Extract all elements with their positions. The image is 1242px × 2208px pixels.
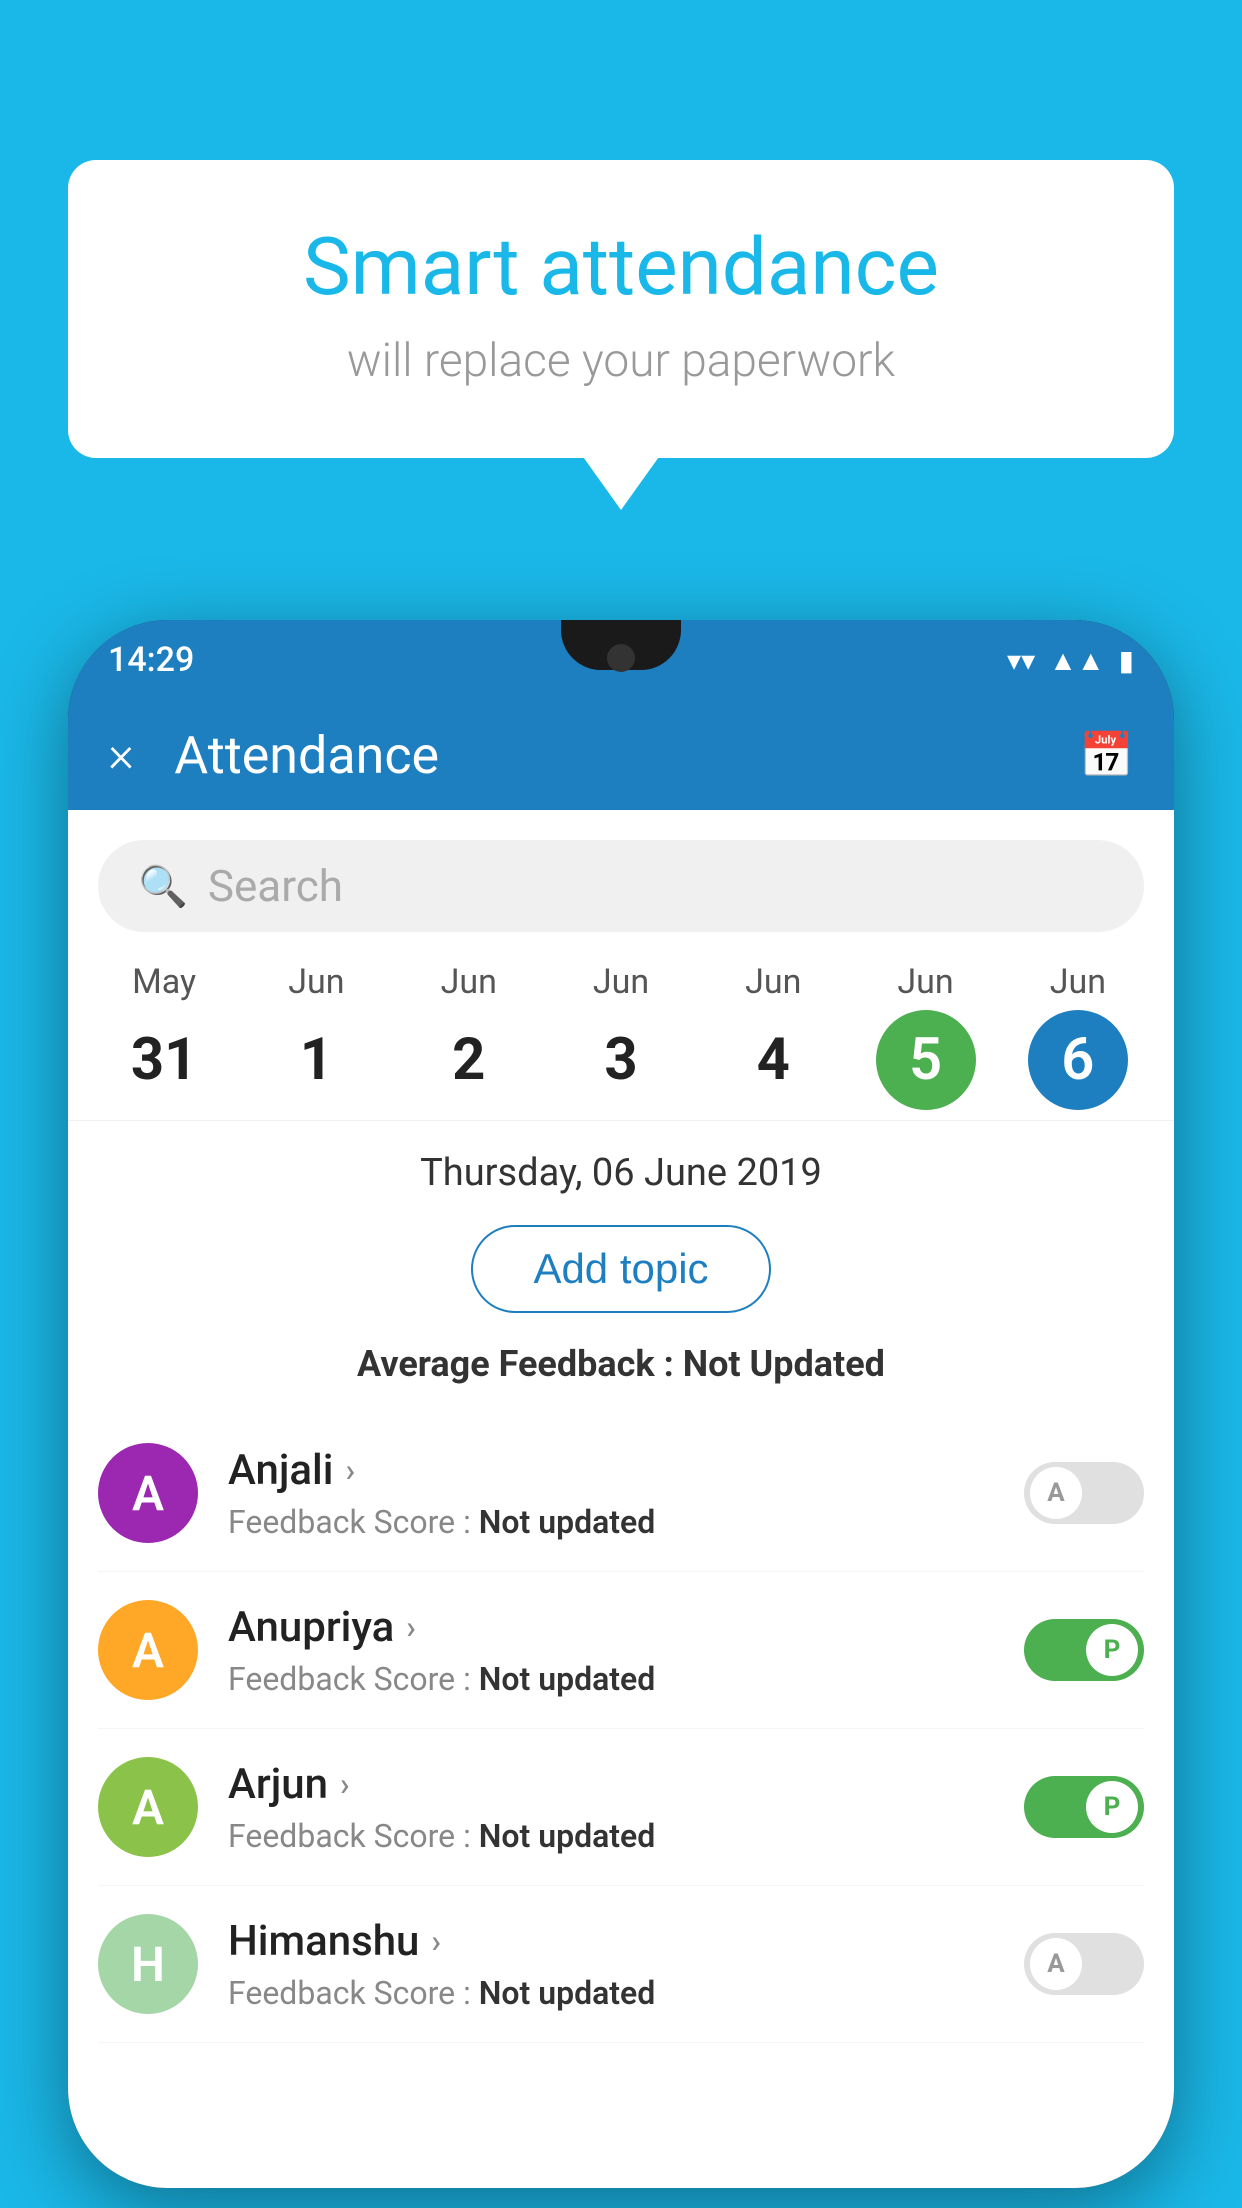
calendar-day[interactable]: Jun 4 — [697, 962, 849, 1110]
toggle-circle: A — [1030, 1938, 1082, 1990]
average-feedback: Average Feedback : Not Updated — [68, 1343, 1174, 1415]
cal-month-label: Jun — [745, 962, 801, 1002]
attendance-toggle[interactable]: P — [1024, 1776, 1144, 1838]
student-info: Himanshu › Feedback Score : Not updated — [228, 1917, 994, 2012]
battery-icon: ▮ — [1119, 644, 1134, 677]
cal-date-label: 4 — [723, 1010, 823, 1110]
cal-date-label: 3 — [571, 1010, 671, 1110]
student-avatar: A — [98, 1443, 198, 1543]
student-info: Anjali › Feedback Score : Not updated — [228, 1446, 994, 1541]
close-button[interactable]: × — [108, 726, 134, 784]
student-name: Himanshu › — [228, 1917, 994, 1966]
cal-date-label: 6 — [1028, 1010, 1128, 1110]
student-avatar: H — [98, 1914, 198, 2014]
screen-title: Attendance — [174, 725, 1079, 786]
cal-month-label: Jun — [593, 962, 649, 1002]
student-name: Arjun › — [228, 1760, 994, 1809]
cal-month-label: Jun — [1050, 962, 1106, 1002]
calendar-day[interactable]: Jun 5 — [849, 962, 1001, 1110]
calendar-day[interactable]: Jun 6 — [1002, 962, 1154, 1110]
toggle-circle: P — [1086, 1624, 1138, 1676]
add-topic-button[interactable]: Add topic — [471, 1225, 770, 1313]
calendar-day[interactable]: Jun 1 — [240, 962, 392, 1110]
student-info: Anupriya › Feedback Score : Not updated — [228, 1603, 994, 1698]
calendar-strip: May 31 Jun 1 Jun 2 Jun 3 Jun 4 Jun 5 Jun 6 — [68, 952, 1174, 1121]
calendar-day[interactable]: May 31 — [88, 962, 240, 1110]
student-avatar: A — [98, 1757, 198, 1857]
attendance-toggle[interactable]: A — [1024, 1933, 1144, 1995]
speech-bubble: Smart attendance will replace your paper… — [68, 160, 1174, 458]
cal-date-label: 5 — [876, 1010, 976, 1110]
attendance-toggle[interactable]: A — [1024, 1462, 1144, 1524]
student-item[interactable]: A Arjun › Feedback Score : Not updated P — [98, 1729, 1144, 1886]
selected-date: Thursday, 06 June 2019 — [68, 1121, 1174, 1215]
screen-content: 🔍 Search May 31 Jun 1 Jun 2 Jun 3 Jun 4 Jun 5 Jun 6 T… — [68, 810, 1174, 2188]
status-icons: ▾▾ ▲▲ ▮ — [1007, 644, 1134, 677]
calendar-day[interactable]: Jun 3 — [545, 962, 697, 1110]
student-name: Anupriya › — [228, 1603, 994, 1652]
chevron-icon: › — [340, 1765, 350, 1803]
student-item[interactable]: A Anupriya › Feedback Score : Not updated P — [98, 1572, 1144, 1729]
avg-feedback-value: Not Updated — [683, 1343, 885, 1385]
calendar-day[interactable]: Jun 2 — [393, 962, 545, 1110]
camera-dot — [607, 644, 635, 672]
cal-month-label: Jun — [897, 962, 953, 1002]
cal-date-label: 31 — [114, 1010, 214, 1110]
toggle-circle: P — [1086, 1781, 1138, 1833]
student-list: AAnjali ›Feedback Score : Not updatedAAA… — [68, 1415, 1174, 2043]
feedback-score: Feedback Score : Not updated — [228, 1817, 994, 1855]
phone-wrapper: 14:29 ▾▾ ▲▲ ▮ × Attendance 📅 🔍 Search Ma… — [68, 620, 1174, 2188]
search-icon: 🔍 — [138, 863, 188, 910]
toggle-circle: A — [1030, 1467, 1082, 1519]
feedback-score: Feedback Score : Not updated — [228, 1503, 994, 1541]
feedback-score: Feedback Score : Not updated — [228, 1974, 994, 2012]
student-item[interactable]: H Himanshu › Feedback Score : Not updated A — [98, 1886, 1144, 2043]
chevron-icon: › — [431, 1922, 441, 1960]
avg-feedback-label: Average Feedback : — [357, 1343, 683, 1385]
student-item[interactable]: A Anjali › Feedback Score : Not updated A — [98, 1415, 1144, 1572]
search-bar[interactable]: 🔍 Search — [98, 840, 1144, 932]
cal-month-label: May — [132, 962, 196, 1002]
student-name: Anjali › — [228, 1446, 994, 1495]
cal-month-label: Jun — [288, 962, 344, 1002]
chevron-icon: › — [345, 1451, 355, 1489]
attendance-toggle[interactable]: P — [1024, 1619, 1144, 1681]
phone-notch — [561, 620, 681, 670]
cal-date-label: 2 — [419, 1010, 519, 1110]
cal-month-label: Jun — [441, 962, 497, 1002]
wifi-icon: ▾▾ — [1007, 644, 1035, 677]
search-input[interactable]: Search — [208, 860, 343, 912]
speech-bubble-subtitle: will replace your paperwork — [148, 334, 1094, 388]
student-info: Arjun › Feedback Score : Not updated — [228, 1760, 994, 1855]
feedback-score: Feedback Score : Not updated — [228, 1660, 994, 1698]
speech-bubble-title: Smart attendance — [148, 220, 1094, 314]
signal-icon: ▲▲ — [1049, 644, 1104, 677]
chevron-icon: › — [406, 1608, 416, 1646]
cal-date-label: 1 — [266, 1010, 366, 1110]
student-avatar: A — [98, 1600, 198, 1700]
status-time: 14:29 — [108, 640, 194, 680]
app-bar: × Attendance 📅 — [68, 700, 1174, 810]
phone-frame: 14:29 ▾▾ ▲▲ ▮ × Attendance 📅 🔍 Search Ma… — [68, 620, 1174, 2188]
calendar-icon[interactable]: 📅 — [1079, 729, 1134, 781]
